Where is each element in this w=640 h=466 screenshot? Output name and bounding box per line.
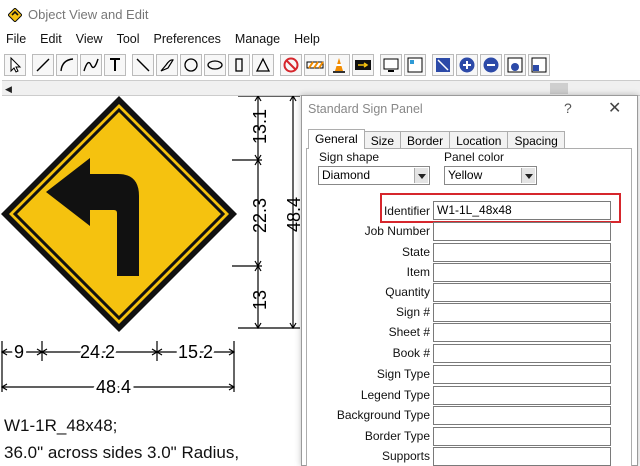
identifier-label: Identifier: [383, 204, 430, 218]
sign-shape-label: Sign shape: [319, 150, 380, 164]
dim-center-label: 24.2: [80, 342, 115, 362]
fit-view-icon[interactable]: [432, 54, 454, 76]
tab-spacing[interactable]: Spacing: [507, 131, 565, 149]
circle-icon[interactable]: [180, 54, 202, 76]
app-icon: [8, 8, 22, 22]
dim-left-label: 9: [14, 342, 24, 362]
quantity-label: Quantity: [385, 285, 430, 299]
barricade-icon[interactable]: [304, 54, 326, 76]
zoom-extents-icon[interactable]: [528, 54, 550, 76]
menu-bar: File Edit View Tool Preferences Manage H…: [0, 30, 640, 48]
chevron-down-icon[interactable]: [521, 168, 535, 183]
item-label: Item: [406, 265, 430, 279]
freehand-icon[interactable]: [156, 54, 178, 76]
dialog-tabs: General Size Border Location Spacing: [308, 129, 565, 149]
identifier-field[interactable]: W1-1L_48x48: [433, 201, 611, 220]
slash-icon[interactable]: [132, 54, 154, 76]
panel-icon[interactable]: [404, 54, 426, 76]
sign-number-label: Sign #: [395, 305, 430, 319]
no-symbol-icon[interactable]: [280, 54, 302, 76]
sign-caption-line1: W1-1R_48x48;: [4, 416, 118, 435]
dim-width-total-label: 48.4: [96, 377, 131, 397]
dim-bottom-label: 13: [250, 290, 270, 310]
zoom-in-icon[interactable]: [456, 54, 478, 76]
toolbar: [0, 52, 640, 78]
legend-type-label: Legend Type: [360, 388, 430, 402]
state-field[interactable]: [433, 243, 611, 262]
scroll-thumb[interactable]: [550, 83, 568, 94]
close-icon[interactable]: ✕: [608, 98, 621, 118]
diamond-sign[interactable]: [1, 96, 237, 332]
book-number-field[interactable]: [433, 344, 611, 363]
background-type-field[interactable]: [433, 406, 611, 425]
sheet-number-label: Sheet #: [388, 325, 430, 339]
job-number-label: Job Number: [364, 224, 430, 238]
menu-help[interactable]: Help: [294, 32, 320, 46]
arc-icon[interactable]: [56, 54, 78, 76]
sign-drawing: 13.1 22.3 13 48.4 9 24.2 15.2 48.4: [0, 96, 304, 400]
sign-caption-line2: 36.0" across sides 3.0" Radius,: [4, 443, 240, 462]
curve-icon[interactable]: [80, 54, 102, 76]
supports-label: Supports: [381, 449, 430, 463]
ellipse-icon[interactable]: [204, 54, 226, 76]
monitor-icon[interactable]: [380, 54, 402, 76]
sign-shape-select[interactable]: Diamond: [318, 166, 430, 185]
panel-color-value: Yellow: [448, 168, 483, 182]
cone-icon[interactable]: [328, 54, 350, 76]
menu-edit[interactable]: Edit: [40, 32, 62, 46]
zoom-out-icon[interactable]: [480, 54, 502, 76]
state-label: State: [401, 245, 430, 259]
dialog-title: Standard Sign Panel: [308, 102, 423, 116]
tab-location[interactable]: Location: [449, 131, 509, 149]
menu-manage[interactable]: Manage: [235, 32, 280, 46]
panel-color-label: Panel color: [444, 150, 505, 164]
triangle-icon[interactable]: [252, 54, 274, 76]
job-number-field[interactable]: [433, 222, 611, 241]
scroll-left-icon[interactable]: ◀: [5, 84, 12, 95]
sign-type-label: Sign Type: [376, 367, 430, 381]
quantity-field[interactable]: [433, 283, 611, 302]
tab-general[interactable]: General: [308, 129, 365, 149]
menu-tool[interactable]: Tool: [117, 32, 140, 46]
book-number-label: Book #: [392, 346, 430, 360]
menu-view[interactable]: View: [76, 32, 103, 46]
sign-type-field[interactable]: [433, 365, 611, 384]
zoom-window-icon[interactable]: [504, 54, 526, 76]
dim-right-label: 15.2: [178, 342, 213, 362]
supports-field[interactable]: [433, 447, 611, 466]
item-field[interactable]: [433, 263, 611, 282]
legend-type-field[interactable]: [433, 386, 611, 405]
sign-shape-value: Diamond: [322, 168, 371, 182]
sign-number-field[interactable]: [433, 303, 611, 322]
tab-size[interactable]: Size: [363, 131, 402, 149]
rectangle-icon[interactable]: [228, 54, 250, 76]
tab-border[interactable]: Border: [400, 131, 451, 149]
drawing-canvas[interactable]: 13.1 22.3 13 48.4 9 24.2 15.2 48.4 W1-1R…: [0, 96, 305, 466]
arrow-board-icon[interactable]: [352, 54, 374, 76]
horizontal-scrollbar[interactable]: ◀: [2, 80, 640, 96]
dim-middle-label: 22.3: [250, 198, 270, 233]
border-type-field[interactable]: [433, 427, 611, 446]
window-title: Object View and Edit: [28, 7, 149, 22]
help-button[interactable]: ?: [564, 100, 572, 116]
pointer-icon[interactable]: [4, 54, 26, 76]
title-bar: Object View and Edit: [0, 0, 640, 28]
sheet-number-field[interactable]: [433, 323, 611, 342]
background-type-label: Background Type: [336, 408, 430, 422]
dim-top-label: 13.1: [250, 109, 270, 144]
border-type-label: Border Type: [364, 429, 430, 443]
chevron-down-icon[interactable]: [414, 168, 428, 183]
menu-preferences[interactable]: Preferences: [154, 32, 221, 46]
line-icon[interactable]: [32, 54, 54, 76]
panel-color-select[interactable]: Yellow: [444, 166, 537, 185]
text-icon[interactable]: [104, 54, 126, 76]
menu-file[interactable]: File: [6, 32, 26, 46]
